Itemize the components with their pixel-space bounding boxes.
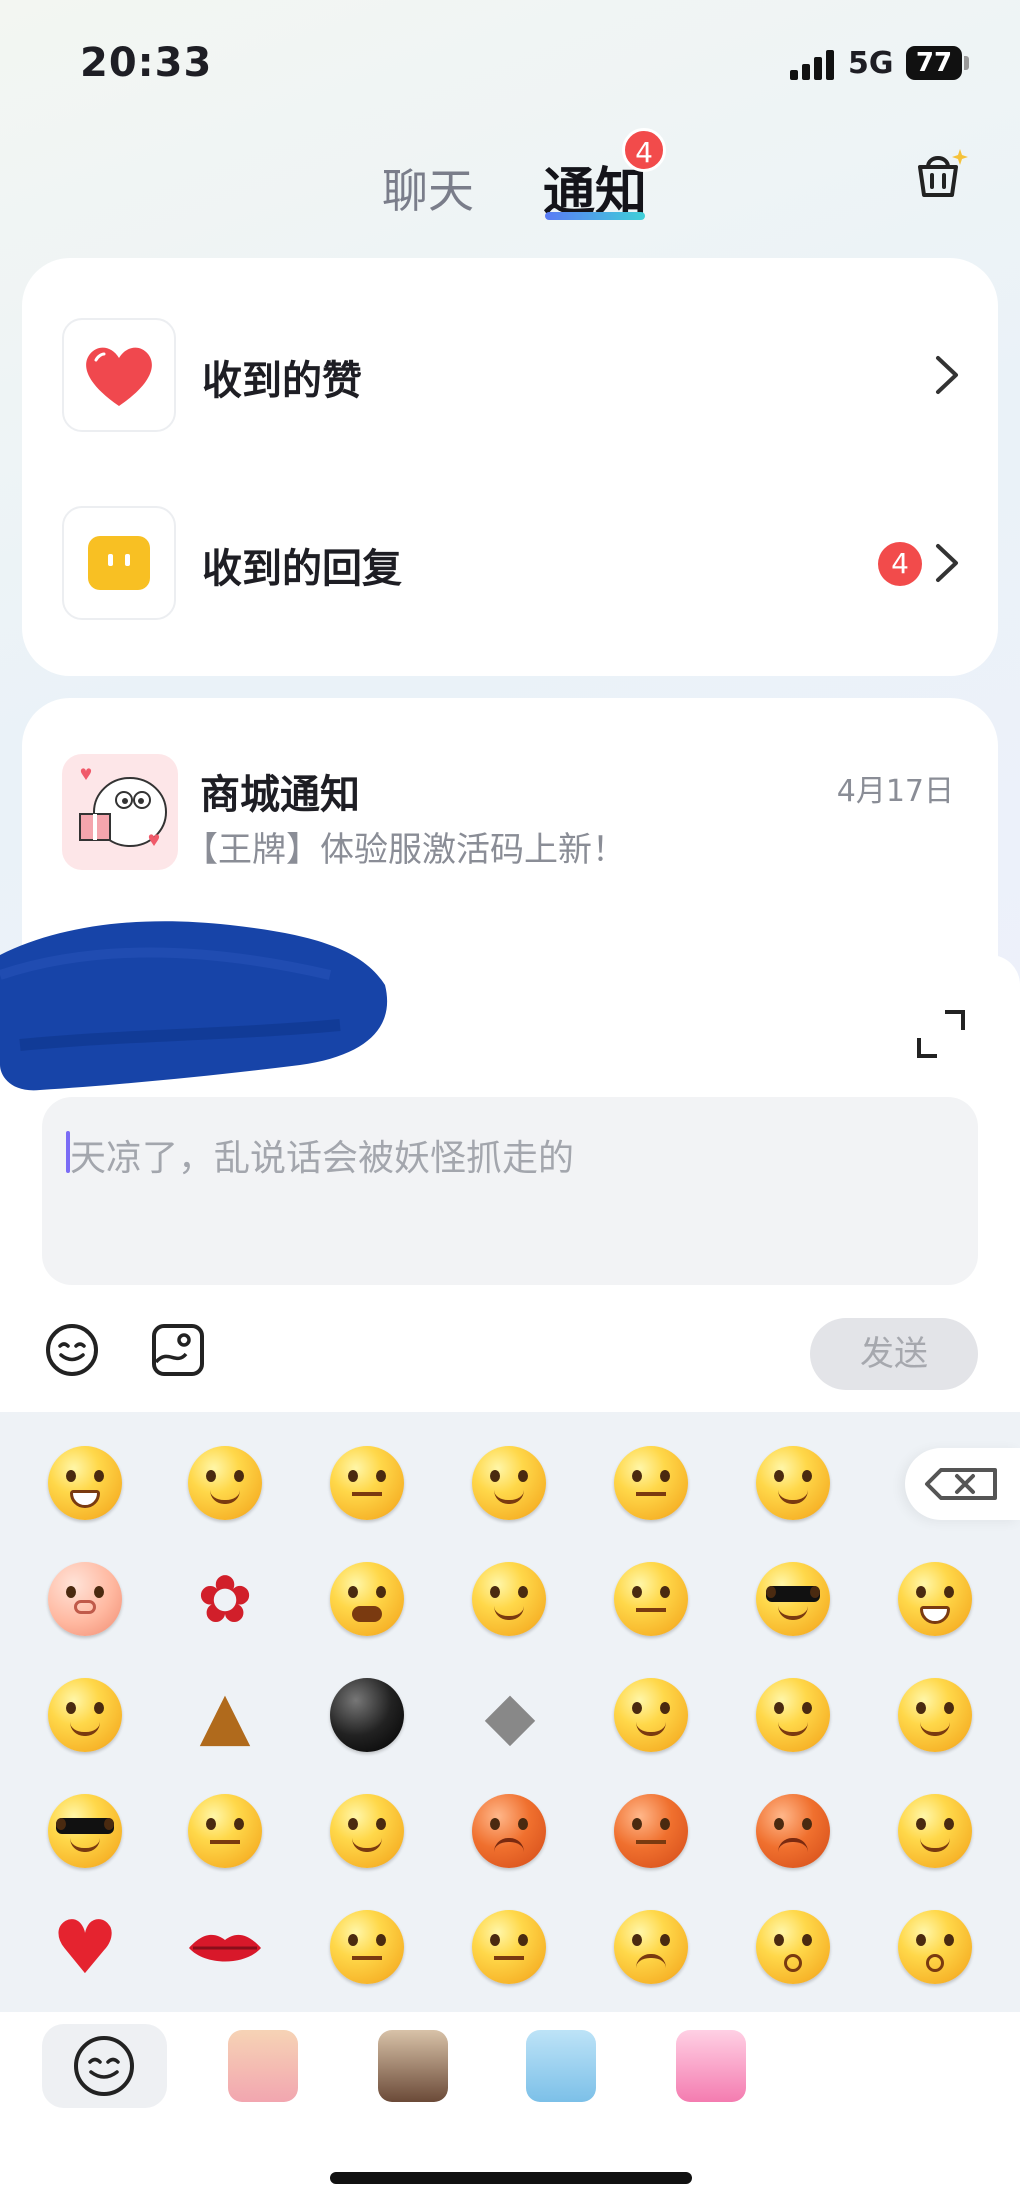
sticker-pack-3-icon[interactable] xyxy=(526,2030,596,2102)
signal-icon xyxy=(790,48,836,80)
smile-plain-emoji[interactable] xyxy=(330,1794,404,1868)
pig-emoji[interactable] xyxy=(48,1562,122,1636)
smile-emoji[interactable] xyxy=(614,1678,688,1752)
sweat-meh-emoji[interactable] xyxy=(330,1446,404,1520)
sweat-smile-emoji[interactable] xyxy=(898,1794,972,1868)
likes-row[interactable]: 收到的赞 xyxy=(62,318,962,432)
heart-eyes-emoji[interactable] xyxy=(756,1678,830,1752)
poop-emoji[interactable]: ▲ xyxy=(185,1676,265,1756)
hammer-hit-emoji[interactable] xyxy=(756,1446,830,1520)
chevron-right-icon xyxy=(932,538,962,588)
lips-emoji[interactable] xyxy=(185,1908,265,1988)
battery-icon: 77 xyxy=(906,46,962,80)
grin-emoji[interactable] xyxy=(48,1446,122,1520)
chevron-right-icon xyxy=(932,350,962,400)
send-button[interactable]: 发送 xyxy=(810,1318,978,1390)
sticker-pack-1-icon[interactable] xyxy=(228,2030,298,2102)
status-time: 20:33 xyxy=(80,40,213,86)
cleaver-emoji[interactable]: ◆ xyxy=(470,1676,550,1756)
reply-bubble-icon xyxy=(62,506,176,620)
mall-avatar-icon xyxy=(62,754,178,870)
skeptical-emoji[interactable] xyxy=(472,1910,546,1984)
likes-label: 收到的赞 xyxy=(202,358,362,404)
blush-emoji[interactable] xyxy=(898,1678,972,1752)
laugh-emoji[interactable] xyxy=(898,1562,972,1636)
message-input[interactable]: 天凉了，乱说话会被妖怪抓走的 xyxy=(42,1097,978,1285)
teary-emoji[interactable] xyxy=(188,1794,262,1868)
delete-button[interactable] xyxy=(905,1448,1020,1520)
emoji-tab[interactable] xyxy=(42,2024,167,2108)
tab-active-indicator xyxy=(545,212,645,220)
sticker-pack-2-icon[interactable] xyxy=(378,2030,448,2102)
tab-chat[interactable]: 聊天 xyxy=(382,155,474,221)
surprised-emoji[interactable] xyxy=(756,1910,830,1984)
think-emoji[interactable] xyxy=(614,1446,688,1520)
shy-emoji[interactable] xyxy=(48,1678,122,1752)
mall-notice-date: 4月17日 xyxy=(836,774,954,809)
tab-notify-badge: 4 xyxy=(622,128,666,172)
crying-emoji[interactable] xyxy=(330,1562,404,1636)
replies-label: 收到的回复 xyxy=(202,546,402,592)
input-placeholder: 天凉了，乱说话会被妖怪抓走的 xyxy=(70,1138,575,1179)
network-label: 5G xyxy=(848,46,894,81)
sticker-pack-4-icon[interactable] xyxy=(676,2030,746,2102)
status-bar: 20:33 5G 77 xyxy=(0,0,1020,120)
replies-badge: 4 xyxy=(878,542,922,586)
bomb-emoji[interactable] xyxy=(330,1678,404,1752)
question-emoji[interactable] xyxy=(898,1910,972,1984)
heart-emoji[interactable]: ♥ xyxy=(45,1908,125,1988)
mall-notice-preview: 【王牌】体验服激活码上新！ xyxy=(184,830,626,870)
sleepy-red-emoji[interactable] xyxy=(614,1794,688,1868)
emoji-toggle-icon[interactable] xyxy=(44,1322,100,1378)
sob-emoji[interactable] xyxy=(472,1562,546,1636)
scared-red-emoji[interactable] xyxy=(756,1794,830,1868)
heart-icon xyxy=(62,318,176,432)
battery-cap xyxy=(964,56,969,70)
tongue-wink-emoji[interactable] xyxy=(188,1446,262,1520)
sunglasses-emoji[interactable] xyxy=(48,1794,122,1868)
home-indicator xyxy=(330,2172,692,2184)
cool-smirk-emoji[interactable] xyxy=(756,1562,830,1636)
angry-emoji[interactable] xyxy=(472,1794,546,1868)
giggle-emoji[interactable] xyxy=(472,1446,546,1520)
notify-card: 收到的赞 收到的回复 4 xyxy=(22,258,998,676)
redaction-scribble xyxy=(0,915,400,1100)
rose-emoji[interactable]: ✿ xyxy=(185,1560,265,1640)
shush-emoji[interactable] xyxy=(614,1562,688,1636)
mall-notice-title: 商城通知 xyxy=(200,772,360,818)
replies-row[interactable]: 收到的回复 4 xyxy=(62,506,962,620)
shopping-basket-icon[interactable] xyxy=(910,145,970,205)
eye-roll-emoji[interactable] xyxy=(330,1910,404,1984)
sad-emoji[interactable] xyxy=(614,1910,688,1984)
expand-icon[interactable] xyxy=(915,1008,967,1060)
image-picker-icon[interactable] xyxy=(150,1322,206,1378)
